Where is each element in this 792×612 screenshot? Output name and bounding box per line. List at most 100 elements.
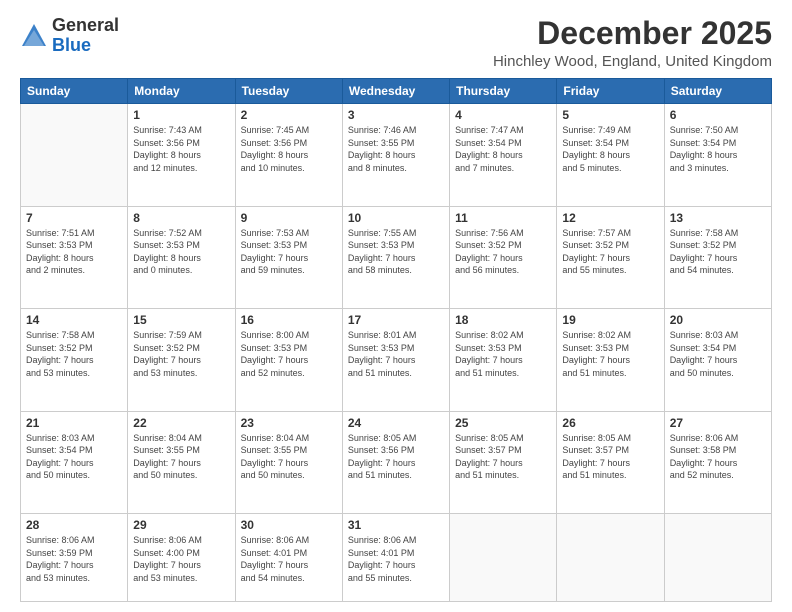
day-info: Sunrise: 7:58 AM Sunset: 3:52 PM Dayligh… bbox=[670, 227, 766, 277]
day-number: 17 bbox=[348, 313, 444, 327]
day-number: 20 bbox=[670, 313, 766, 327]
logo: General Blue bbox=[20, 16, 119, 56]
day-number: 3 bbox=[348, 108, 444, 122]
day-info: Sunrise: 8:02 AM Sunset: 3:53 PM Dayligh… bbox=[455, 329, 551, 379]
day-info: Sunrise: 7:45 AM Sunset: 3:56 PM Dayligh… bbox=[241, 124, 337, 174]
col-thursday: Thursday bbox=[450, 79, 557, 104]
table-row bbox=[664, 514, 771, 602]
day-number: 1 bbox=[133, 108, 229, 122]
day-number: 4 bbox=[455, 108, 551, 122]
calendar-page: General Blue December 2025 Hinchley Wood… bbox=[0, 0, 792, 612]
day-info: Sunrise: 7:52 AM Sunset: 3:53 PM Dayligh… bbox=[133, 227, 229, 277]
day-info: Sunrise: 8:04 AM Sunset: 3:55 PM Dayligh… bbox=[133, 432, 229, 482]
day-info: Sunrise: 7:49 AM Sunset: 3:54 PM Dayligh… bbox=[562, 124, 658, 174]
table-row: 7 Sunrise: 7:51 AM Sunset: 3:53 PM Daylig… bbox=[21, 206, 128, 309]
table-row: 19 Sunrise: 8:02 AM Sunset: 3:53 PM Dayli… bbox=[557, 309, 664, 412]
day-info: Sunrise: 8:03 AM Sunset: 3:54 PM Dayligh… bbox=[26, 432, 122, 482]
day-info: Sunrise: 7:46 AM Sunset: 3:55 PM Dayligh… bbox=[348, 124, 444, 174]
day-info: Sunrise: 7:55 AM Sunset: 3:53 PM Dayligh… bbox=[348, 227, 444, 277]
table-row: 22 Sunrise: 8:04 AM Sunset: 3:55 PM Dayli… bbox=[128, 411, 235, 514]
table-row: 4 Sunrise: 7:47 AM Sunset: 3:54 PM Daylig… bbox=[450, 104, 557, 207]
table-row: 31Sunrise: 8:06 AM Sunset: 4:01 PM Dayli… bbox=[342, 514, 449, 602]
col-tuesday: Tuesday bbox=[235, 79, 342, 104]
day-number: 2 bbox=[241, 108, 337, 122]
table-row: 24Sunrise: 8:05 AM Sunset: 3:56 PM Dayli… bbox=[342, 411, 449, 514]
day-info: Sunrise: 8:06 AM Sunset: 3:58 PM Dayligh… bbox=[670, 432, 766, 482]
day-number: 30 bbox=[241, 518, 337, 532]
month-title: December 2025 bbox=[493, 16, 772, 51]
day-number: 22 bbox=[133, 416, 229, 430]
calendar-header-row: Sunday Monday Tuesday Wednesday Thursday… bbox=[21, 79, 772, 104]
day-info: Sunrise: 7:59 AM Sunset: 3:52 PM Dayligh… bbox=[133, 329, 229, 379]
calendar-table: Sunday Monday Tuesday Wednesday Thursday… bbox=[20, 78, 772, 602]
day-number: 6 bbox=[670, 108, 766, 122]
day-number: 16 bbox=[241, 313, 337, 327]
table-row: 9 Sunrise: 7:53 AM Sunset: 3:53 PM Daylig… bbox=[235, 206, 342, 309]
day-number: 27 bbox=[670, 416, 766, 430]
logo-general: General bbox=[52, 15, 119, 35]
table-row: 18 Sunrise: 8:02 AM Sunset: 3:53 PM Dayli… bbox=[450, 309, 557, 412]
day-number: 21 bbox=[26, 416, 122, 430]
day-info: Sunrise: 8:05 AM Sunset: 3:57 PM Dayligh… bbox=[562, 432, 658, 482]
day-info: Sunrise: 7:47 AM Sunset: 3:54 PM Dayligh… bbox=[455, 124, 551, 174]
day-info: Sunrise: 8:04 AM Sunset: 3:55 PM Dayligh… bbox=[241, 432, 337, 482]
day-number: 5 bbox=[562, 108, 658, 122]
day-info: Sunrise: 8:06 AM Sunset: 4:01 PM Dayligh… bbox=[241, 534, 337, 584]
table-row: 14Sunrise: 7:58 AM Sunset: 3:52 PM Dayli… bbox=[21, 309, 128, 412]
day-number: 10 bbox=[348, 211, 444, 225]
table-row: 15Sunrise: 7:59 AM Sunset: 3:52 PM Dayli… bbox=[128, 309, 235, 412]
day-number: 23 bbox=[241, 416, 337, 430]
logo-blue: Blue bbox=[52, 35, 91, 55]
table-row: 12 Sunrise: 7:57 AM Sunset: 3:52 PM Dayli… bbox=[557, 206, 664, 309]
table-row: 10 Sunrise: 7:55 AM Sunset: 3:53 PM Dayli… bbox=[342, 206, 449, 309]
table-row: 21 Sunrise: 8:03 AM Sunset: 3:54 PM Dayli… bbox=[21, 411, 128, 514]
logo-icon bbox=[20, 22, 48, 50]
day-number: 18 bbox=[455, 313, 551, 327]
location-text: Hinchley Wood, England, United Kingdom bbox=[493, 53, 772, 70]
day-number: 28 bbox=[26, 518, 122, 532]
day-number: 19 bbox=[562, 313, 658, 327]
table-row: 25Sunrise: 8:05 AM Sunset: 3:57 PM Dayli… bbox=[450, 411, 557, 514]
table-row: 11 Sunrise: 7:56 AM Sunset: 3:52 PM Dayli… bbox=[450, 206, 557, 309]
table-row: 17 Sunrise: 8:01 AM Sunset: 3:53 PM Dayli… bbox=[342, 309, 449, 412]
day-info: Sunrise: 8:05 AM Sunset: 3:56 PM Dayligh… bbox=[348, 432, 444, 482]
day-info: Sunrise: 8:06 AM Sunset: 3:59 PM Dayligh… bbox=[26, 534, 122, 584]
day-number: 31 bbox=[348, 518, 444, 532]
day-number: 9 bbox=[241, 211, 337, 225]
day-number: 12 bbox=[562, 211, 658, 225]
table-row: 20 Sunrise: 8:03 AM Sunset: 3:54 PM Dayli… bbox=[664, 309, 771, 412]
day-info: Sunrise: 8:05 AM Sunset: 3:57 PM Dayligh… bbox=[455, 432, 551, 482]
col-wednesday: Wednesday bbox=[342, 79, 449, 104]
table-row: 16Sunrise: 8:00 AM Sunset: 3:53 PM Dayli… bbox=[235, 309, 342, 412]
day-info: Sunrise: 8:03 AM Sunset: 3:54 PM Dayligh… bbox=[670, 329, 766, 379]
day-info: Sunrise: 7:53 AM Sunset: 3:53 PM Dayligh… bbox=[241, 227, 337, 277]
day-info: Sunrise: 8:02 AM Sunset: 3:53 PM Dayligh… bbox=[562, 329, 658, 379]
day-number: 13 bbox=[670, 211, 766, 225]
table-row bbox=[557, 514, 664, 602]
table-row: 2 Sunrise: 7:45 AM Sunset: 3:56 PM Daylig… bbox=[235, 104, 342, 207]
day-info: Sunrise: 8:06 AM Sunset: 4:00 PM Dayligh… bbox=[133, 534, 229, 584]
col-friday: Friday bbox=[557, 79, 664, 104]
day-number: 7 bbox=[26, 211, 122, 225]
day-number: 11 bbox=[455, 211, 551, 225]
title-block: December 2025 Hinchley Wood, England, Un… bbox=[493, 16, 772, 70]
table-row: 1 Sunrise: 7:43 AM Sunset: 3:56 PM Daylig… bbox=[128, 104, 235, 207]
day-info: Sunrise: 7:57 AM Sunset: 3:52 PM Dayligh… bbox=[562, 227, 658, 277]
table-row bbox=[21, 104, 128, 207]
table-row: 13 Sunrise: 7:58 AM Sunset: 3:52 PM Dayli… bbox=[664, 206, 771, 309]
table-row: 30 Sunrise: 8:06 AM Sunset: 4:01 PM Dayli… bbox=[235, 514, 342, 602]
day-number: 29 bbox=[133, 518, 229, 532]
table-row bbox=[450, 514, 557, 602]
day-info: Sunrise: 7:43 AM Sunset: 3:56 PM Dayligh… bbox=[133, 124, 229, 174]
day-info: Sunrise: 7:51 AM Sunset: 3:53 PM Dayligh… bbox=[26, 227, 122, 277]
col-sunday: Sunday bbox=[21, 79, 128, 104]
day-info: Sunrise: 8:01 AM Sunset: 3:53 PM Dayligh… bbox=[348, 329, 444, 379]
day-info: Sunrise: 7:50 AM Sunset: 3:54 PM Dayligh… bbox=[670, 124, 766, 174]
col-monday: Monday bbox=[128, 79, 235, 104]
day-info: Sunrise: 7:58 AM Sunset: 3:52 PM Dayligh… bbox=[26, 329, 122, 379]
table-row: 27 Sunrise: 8:06 AM Sunset: 3:58 PM Dayli… bbox=[664, 411, 771, 514]
table-row: 29 Sunrise: 8:06 AM Sunset: 4:00 PM Dayli… bbox=[128, 514, 235, 602]
logo-text: General Blue bbox=[52, 16, 119, 56]
day-number: 26 bbox=[562, 416, 658, 430]
day-info: Sunrise: 7:56 AM Sunset: 3:52 PM Dayligh… bbox=[455, 227, 551, 277]
